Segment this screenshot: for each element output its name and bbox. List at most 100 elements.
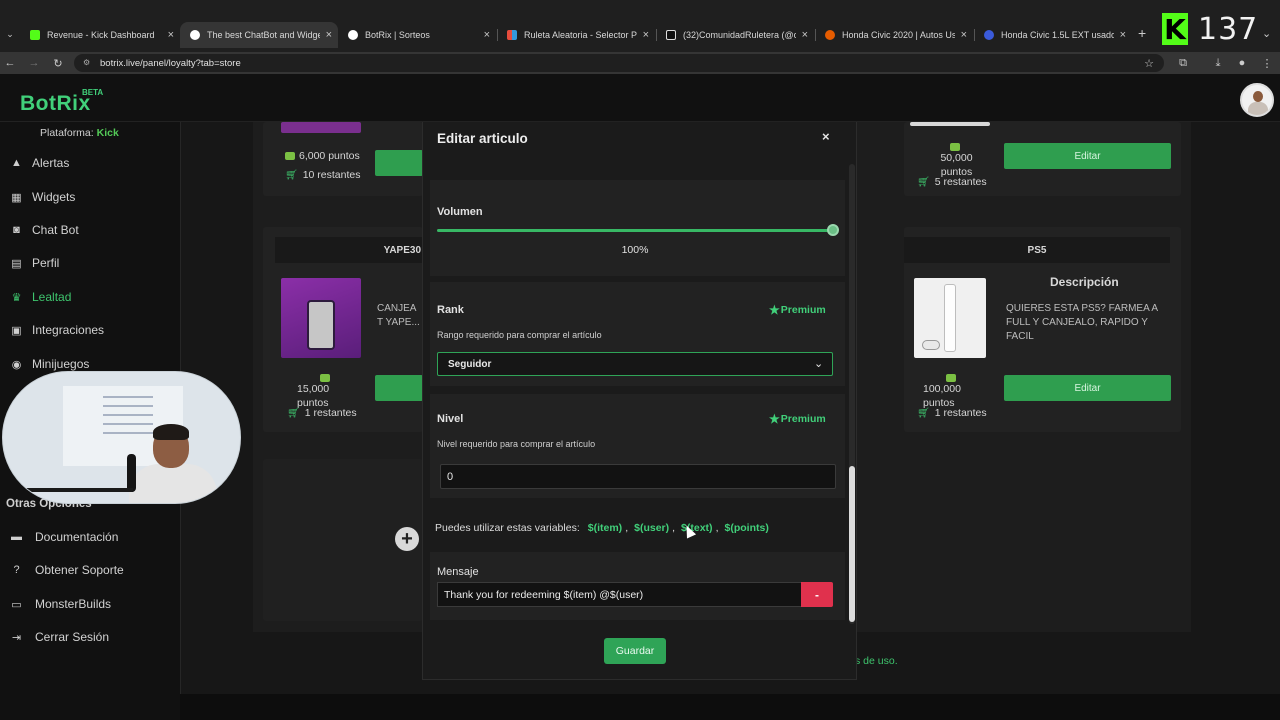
tab-title: BotRix | Sorteos bbox=[365, 30, 430, 40]
edit-item-button[interactable] bbox=[375, 150, 423, 176]
points-text: 15,000 puntos bbox=[297, 383, 330, 409]
forward-arrow-icon[interactable]: → bbox=[26, 55, 42, 71]
premium-text: Premium bbox=[780, 413, 826, 425]
tiktok-favicon-icon bbox=[666, 30, 676, 40]
sidebar-item-label: Widgets bbox=[32, 190, 76, 204]
sidebar-item-widgets[interactable]: ▦ Widgets bbox=[10, 188, 75, 206]
remaining-text: 1 restantes bbox=[934, 407, 987, 419]
sidebar-item-label: Lealtad bbox=[32, 290, 72, 304]
close-tab-icon[interactable]: × bbox=[484, 29, 490, 41]
platform-label: Plataforma: bbox=[40, 127, 94, 139]
sidebar-item-documentacion[interactable]: ▬ Documentación bbox=[10, 528, 118, 546]
volume-slider-track[interactable] bbox=[437, 229, 833, 232]
browser-tab-active[interactable]: The best ChatBot and Widgets × bbox=[180, 22, 338, 48]
kick-follower-overlay: K 137 bbox=[1162, 11, 1259, 47]
sidebar-item-integraciones[interactable]: ▣ Integraciones bbox=[10, 321, 104, 339]
download-icon[interactable]: ⤓ bbox=[1210, 55, 1226, 71]
premium-badge: ★ Premium bbox=[769, 412, 826, 426]
window-chevron-icon[interactable]: ⌄ bbox=[1262, 27, 1271, 40]
chevron-down-icon: ⌄ bbox=[814, 358, 824, 370]
close-tab-icon[interactable]: × bbox=[643, 29, 649, 41]
close-tab-icon[interactable]: × bbox=[1120, 29, 1126, 41]
close-icon[interactable]: × bbox=[822, 129, 830, 144]
level-label: Nivel bbox=[437, 413, 464, 425]
profile-icon[interactable]: ● bbox=[1234, 55, 1250, 71]
browser-tab[interactable]: Ruleta Aleatoria - Selector Pers × bbox=[497, 24, 655, 46]
variable-user[interactable]: $(user) bbox=[634, 522, 669, 534]
bookmark-star-icon[interactable]: ☆ bbox=[1141, 55, 1157, 71]
modal-title: Editar articulo bbox=[437, 131, 528, 146]
item-title: PS5 bbox=[904, 237, 1170, 263]
browser-tab[interactable]: Honda Civic 1.5L EXT usado (1 × bbox=[974, 24, 1132, 46]
close-tab-icon[interactable]: × bbox=[802, 29, 808, 41]
browser-tab[interactable]: (32)ComunidadRuletera (@con × bbox=[656, 24, 814, 46]
item-thumbnail bbox=[914, 278, 986, 358]
tab-title: (32)ComunidadRuletera (@con bbox=[683, 30, 796, 40]
points-text: 6,000 puntos bbox=[299, 150, 360, 162]
remaining-text: 1 restantes bbox=[304, 407, 357, 419]
browser-tab[interactable]: BotRix | Sorteos × bbox=[338, 24, 496, 46]
message-input[interactable]: Thank you for redeeming $(item) @$(user) bbox=[437, 582, 801, 607]
item-description-title: Descripción bbox=[1050, 275, 1119, 289]
item-thumbnail bbox=[281, 122, 361, 133]
cart-icon: 🛒︎ bbox=[285, 169, 298, 181]
sidebar-item-perfil[interactable]: ▤ Perfil bbox=[10, 254, 59, 272]
app-header bbox=[0, 74, 1280, 122]
sidebar-item-alertas[interactable]: ▲ Alertas bbox=[10, 154, 69, 172]
variable-points[interactable]: $(points) bbox=[724, 522, 768, 534]
item-thumbnail bbox=[281, 278, 361, 358]
edit-item-button[interactable] bbox=[375, 375, 423, 401]
browser-tab[interactable]: Revenue - Kick Dashboard × bbox=[20, 24, 180, 46]
extensions-icon[interactable]: ⧉ bbox=[1175, 55, 1191, 71]
site-info-icon[interactable]: ⚙ bbox=[83, 58, 90, 67]
cars-favicon-icon bbox=[825, 30, 835, 40]
message-value: Thank you for redeeming $(item) @$(user) bbox=[444, 588, 644, 601]
back-arrow-icon[interactable]: ← bbox=[2, 55, 18, 71]
user-avatar[interactable] bbox=[1240, 83, 1274, 117]
volume-slider-handle[interactable] bbox=[827, 224, 839, 236]
streamer-hair bbox=[153, 424, 189, 440]
sidebar-item-lealtad[interactable]: ♛ Lealtad bbox=[10, 288, 72, 306]
close-tab-icon[interactable]: × bbox=[961, 29, 967, 41]
new-tab-button[interactable]: + bbox=[1138, 25, 1146, 41]
sidebar-item-obtener-soporte[interactable]: ? Obtener Soporte bbox=[10, 561, 123, 579]
reload-icon[interactable]: ↻ bbox=[50, 55, 66, 71]
sidebar-item-monsterbuilds[interactable]: ▭ MonsterBuilds bbox=[10, 595, 111, 613]
kick-favicon-icon bbox=[30, 30, 40, 40]
variables-row: Puedes utilizar estas variables: $(item)… bbox=[435, 522, 769, 534]
browser-tab[interactable]: Honda Civic 2020 | Autos Usad × bbox=[815, 24, 973, 46]
url-input[interactable]: ⚙ botrix.live/panel/loyalty?tab=store bbox=[74, 54, 1164, 72]
item-points: 50,000 puntos bbox=[929, 143, 984, 179]
modal-scrollbar-thumb[interactable] bbox=[849, 466, 855, 622]
tab-title: Honda Civic 2020 | Autos Usad bbox=[842, 30, 955, 40]
rank-label: Rank bbox=[437, 304, 464, 316]
save-button[interactable]: Guardar bbox=[604, 638, 666, 664]
botrix-favicon-icon bbox=[190, 30, 200, 40]
volume-label: Volumen bbox=[437, 206, 483, 218]
plus-circle-icon[interactable]: + bbox=[395, 527, 419, 551]
star-icon: ★ bbox=[769, 412, 780, 426]
botrix-logo[interactable]: BotRix bbox=[20, 92, 91, 116]
trophy-icon: ♛ bbox=[11, 291, 22, 304]
tab-search-chevron-icon[interactable]: ⌄ bbox=[2, 26, 18, 42]
coins-icon bbox=[285, 152, 295, 160]
level-input[interactable]: 0 bbox=[440, 464, 836, 489]
sidebar-item-cerrar-sesion[interactable]: ⇥ Cerrar Sesión bbox=[10, 628, 109, 646]
kick-follower-count: 137 bbox=[1198, 11, 1259, 47]
close-tab-icon[interactable]: × bbox=[326, 29, 332, 41]
rank-select[interactable]: Seguidor bbox=[437, 352, 833, 376]
close-tab-icon[interactable]: × bbox=[168, 29, 174, 41]
browser-menu-icon[interactable]: ⋮ bbox=[1259, 55, 1275, 71]
remaining-text: 10 restantes bbox=[302, 169, 361, 181]
variable-item[interactable]: $(item) bbox=[588, 522, 622, 534]
terms-link[interactable]: s de uso. bbox=[855, 655, 898, 667]
item-remaining: 🛒︎ 10 restantes bbox=[285, 169, 361, 181]
item-remaining: 🛒︎ 5 restantes bbox=[917, 176, 987, 188]
kick-logo-icon: K bbox=[1162, 13, 1188, 46]
remove-message-button[interactable]: - bbox=[801, 582, 833, 607]
sidebar-item-chat-bot[interactable]: ◙ Chat Bot bbox=[10, 221, 79, 239]
remaining-text: 5 restantes bbox=[934, 176, 987, 188]
edit-item-button[interactable]: Editar bbox=[1004, 143, 1171, 169]
cart-icon: 🛒︎ bbox=[917, 176, 930, 188]
edit-item-button[interactable]: Editar bbox=[1004, 375, 1171, 401]
